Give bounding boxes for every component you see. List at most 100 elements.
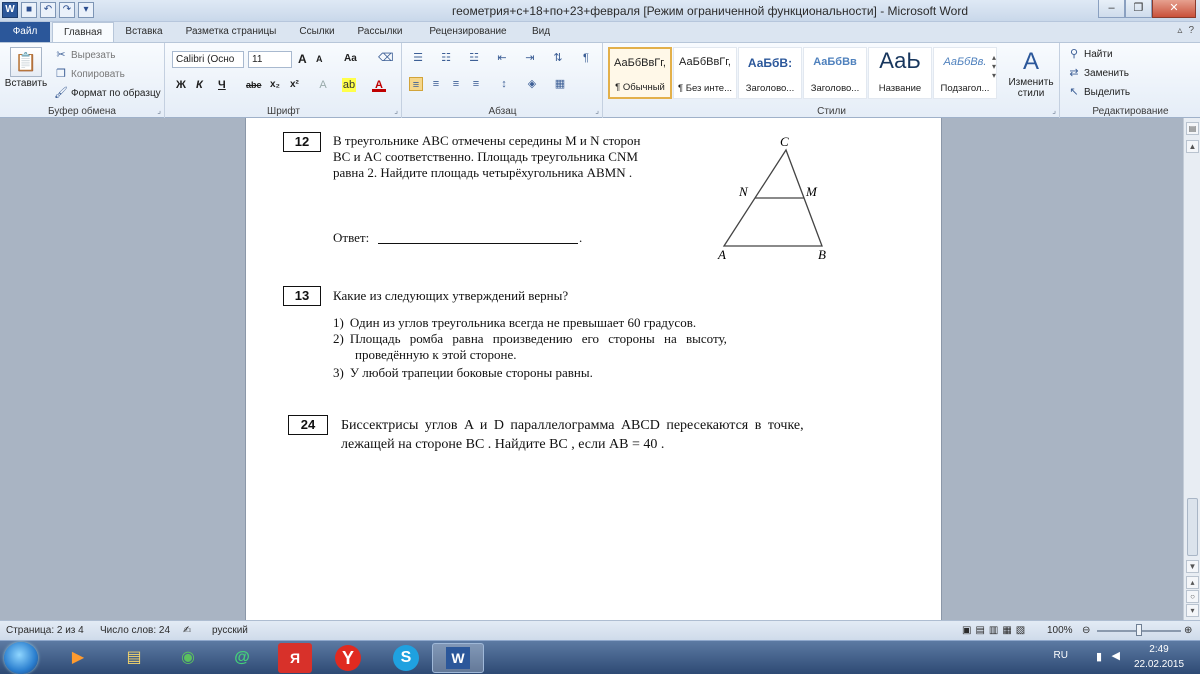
word-count[interactable]: Число слов: 24: [100, 625, 170, 636]
bold-button[interactable]: Ж: [176, 79, 186, 91]
scroll-down-icon[interactable]: ▼: [1186, 560, 1199, 573]
clear-format-icon[interactable]: ⌫: [378, 51, 394, 65]
dialog-launcher-icon[interactable]: ⌟: [157, 106, 161, 115]
label-m: M: [805, 184, 818, 199]
window-title: геометрия+с+18+по+23+февраля [Режим огра…: [451, 4, 969, 18]
sort-icon[interactable]: ⇅: [551, 51, 565, 65]
help-icon[interactable]: ?: [1188, 25, 1194, 36]
yandex-icon[interactable]: Я: [278, 643, 312, 673]
justify-icon[interactable]: ≡: [469, 77, 483, 91]
font-size-dropdown[interactable]: 11: [248, 51, 292, 68]
clock-time[interactable]: 2:49: [1134, 644, 1184, 655]
tab-review[interactable]: Рецензирование: [418, 22, 518, 42]
list-item: 3) У любой трапеции боковые стороны равны…: [333, 365, 593, 380]
borders-icon[interactable]: ▦: [553, 77, 567, 91]
font-color-icon[interactable]: A: [372, 78, 386, 92]
paste-button[interactable]: 📋 Вставить: [4, 47, 48, 89]
line-spacing-icon[interactable]: ↕: [497, 77, 511, 91]
strikethrough-button[interactable]: abe: [246, 80, 262, 90]
yandex-browser-icon[interactable]: Y: [322, 643, 374, 673]
mail-agent-icon[interactable]: @: [216, 643, 268, 673]
find-button[interactable]: ⚲ Найти: [1067, 47, 1113, 61]
proofing-icon[interactable]: ✍: [183, 625, 191, 636]
scroll-up-icon[interactable]: ▲: [1186, 140, 1199, 153]
style-no-spacing[interactable]: АаБбВвГг, ¶ Без инте...: [673, 47, 737, 99]
word-taskbar-icon[interactable]: W: [432, 643, 484, 673]
align-center-icon[interactable]: ≡: [429, 77, 443, 91]
zoom-in-icon[interactable]: ⊕: [1184, 625, 1192, 636]
change-styles-button[interactable]: A Изменить стили: [1004, 47, 1058, 99]
numbering-icon[interactable]: ☷: [439, 51, 453, 65]
bullets-icon[interactable]: ☰: [411, 51, 425, 65]
shrink-font-button[interactable]: A: [316, 54, 323, 64]
zoom-slider-thumb[interactable]: [1136, 624, 1142, 636]
italic-button[interactable]: К: [196, 79, 203, 91]
page-count[interactable]: Страница: 2 из 4: [6, 625, 84, 636]
style-normal[interactable]: АаБбВвГг, ¶ Обычный: [608, 47, 672, 99]
dialog-launcher-icon[interactable]: ⌟: [595, 106, 599, 115]
answer-line: [378, 243, 578, 244]
ruler-toggle-icon[interactable]: ▤: [1186, 122, 1199, 135]
tab-references[interactable]: Ссылки: [292, 22, 342, 42]
zoom-level[interactable]: 100%: [1047, 625, 1073, 636]
superscript-button[interactable]: x²: [290, 79, 299, 90]
tab-insert[interactable]: Вставка: [118, 22, 170, 42]
skype-icon[interactable]: S: [380, 643, 432, 673]
maximize-button[interactable]: ❐: [1125, 0, 1152, 18]
minimize-ribbon-icon[interactable]: ▵: [1177, 25, 1182, 36]
document-page[interactable]: 12 В треугольнике ABC отмечены середины …: [245, 118, 942, 620]
browse-object-icon[interactable]: ○: [1186, 590, 1199, 603]
label-b: B: [818, 247, 826, 262]
align-left-icon[interactable]: ≡: [409, 77, 423, 91]
media-player-icon[interactable]: ▶: [52, 643, 104, 673]
styles-scroll[interactable]: ▴ ▾ ▾: [992, 53, 996, 80]
highlight-icon[interactable]: ab: [342, 78, 356, 92]
shading-icon[interactable]: ◈: [525, 77, 539, 91]
network-icon[interactable]: ▮: [1096, 650, 1102, 663]
underline-button[interactable]: Ч: [218, 79, 226, 91]
align-right-icon[interactable]: ≡: [449, 77, 463, 91]
style-heading-1[interactable]: АаБбВ: Заголово...: [738, 47, 802, 99]
chrome-icon[interactable]: ◉: [162, 643, 214, 673]
keyboard-language[interactable]: RU: [1054, 650, 1068, 661]
explorer-icon[interactable]: ▤: [108, 643, 160, 673]
subscript-button[interactable]: x₂: [270, 79, 280, 90]
paste-icon: 📋: [10, 47, 42, 77]
start-button[interactable]: [4, 642, 38, 674]
tab-view[interactable]: Вид: [524, 22, 558, 42]
prev-page-icon[interactable]: ▴: [1186, 576, 1199, 589]
view-buttons[interactable]: ▣▤▥▦▧: [962, 625, 1029, 636]
dialog-launcher-icon[interactable]: ⌟: [1052, 106, 1056, 115]
language-indicator[interactable]: русский: [212, 625, 248, 636]
clock-date[interactable]: 22.02.2015: [1126, 659, 1192, 670]
label-c: C: [780, 134, 789, 149]
text-effects-icon[interactable]: A: [316, 78, 330, 92]
copy-button[interactable]: ❐ Копировать: [54, 67, 125, 81]
change-case-button[interactable]: Aa: [344, 53, 357, 64]
increase-indent-icon[interactable]: ⇥: [523, 51, 537, 65]
tab-file[interactable]: Файл: [0, 22, 50, 42]
zoom-out-icon[interactable]: ⊖: [1082, 625, 1090, 636]
grow-font-button[interactable]: A: [298, 52, 307, 66]
multilevel-list-icon[interactable]: ☳: [467, 51, 481, 65]
tab-mailings[interactable]: Рассылки: [348, 22, 412, 42]
pilcrow-icon[interactable]: ¶: [579, 51, 593, 65]
dialog-launcher-icon[interactable]: ⌟: [394, 106, 398, 115]
tab-home[interactable]: Главная: [52, 22, 114, 42]
style-subtitle[interactable]: АаБбВв. Подзагол...: [933, 47, 997, 99]
close-button[interactable]: ✕: [1152, 0, 1196, 18]
volume-icon[interactable]: ◀: [1112, 649, 1120, 662]
font-name-dropdown[interactable]: Calibri (Осно: [172, 51, 244, 68]
minimize-button[interactable]: –: [1098, 0, 1125, 18]
select-button[interactable]: ↖ Выделить: [1067, 85, 1130, 99]
style-title[interactable]: АаЬ Название: [868, 47, 932, 99]
next-page-icon[interactable]: ▾: [1186, 604, 1199, 617]
style-heading-2[interactable]: АаБбВв Заголово...: [803, 47, 867, 99]
vertical-scrollbar[interactable]: ▤ ▲ ▼ ▴ ○ ▾: [1183, 118, 1200, 620]
tab-page-layout[interactable]: Разметка страницы: [176, 22, 286, 42]
format-painter-button[interactable]: 🖌 Формат по образцу: [54, 86, 161, 100]
scroll-thumb[interactable]: [1187, 498, 1198, 556]
cut-button[interactable]: ✂ Вырезать: [54, 48, 115, 62]
replace-button[interactable]: ⇄ Заменить: [1067, 66, 1129, 80]
decrease-indent-icon[interactable]: ⇤: [495, 51, 509, 65]
